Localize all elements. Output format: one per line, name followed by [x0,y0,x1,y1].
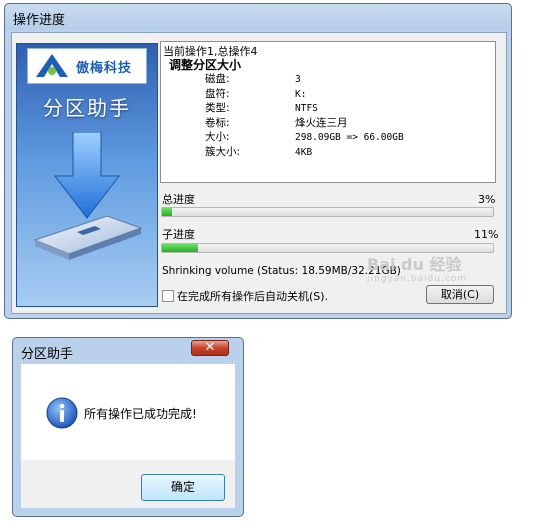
auto-shutdown-checkbox[interactable] [162,290,174,302]
total-progress-percent: 3% [478,193,496,206]
detail-row-disk: 磁盘: 3 [205,73,301,85]
total-progress-fill [162,208,172,216]
auto-shutdown-option[interactable]: 在完成所有操作后自动关机(S). [162,288,328,304]
detail-row-volume-label: 卷标: 烽火连三月 [205,116,348,129]
app-name: 分区助手 [43,96,131,120]
info-icon [46,397,78,429]
progress-dialog-titlebar[interactable]: 操作进度 [5,4,511,30]
company-logo: 傲梅科技 [27,48,147,84]
detail-row-type: 类型: NTFS [205,102,318,114]
done-message: 所有操作已成功完成! [84,407,197,421]
sub-progress-percent: 11% [474,228,499,241]
company-logo-text: 傲梅科技 [76,61,133,76]
disk-download-icon [33,132,143,260]
close-icon: ✕ [204,340,216,355]
baidu-watermark: Bai du 经验 jingyan.baidu.com [367,257,467,284]
brand-panel: 傲梅科技 分区助手 [16,43,158,307]
cancel-button[interactable]: 取消(C) [426,285,494,304]
sub-progress-bar [161,243,494,253]
progress-dialog-title: 操作进度 [13,13,66,28]
sub-progress-label: 子进度 [162,228,195,241]
status-text: Shrinking volume (Status: 18.59MB/32.21G… [162,265,401,277]
ok-button[interactable]: 确定 [141,474,225,501]
total-progress-label: 总进度 [162,193,195,206]
sub-progress-fill [162,244,199,252]
baidu-watermark-url: jingyan.baidu.com [367,274,468,284]
detail-row-cluster-size: 簇大小: 4KB [205,145,313,158]
total-progress-bar [161,207,494,217]
operation-info-panel: 当前操作1,总操作4 调整分区大小 磁盘: 3 盘符: K: 类型: NTFS 卷标:… [160,41,496,183]
detail-row-drive-letter: 盘符: K: [205,87,307,100]
close-button[interactable]: ✕ [191,340,229,356]
company-logo-icon [36,54,68,77]
baidu-watermark-text: Bai du 经验 [367,255,462,274]
auto-shutdown-label: 在完成所有操作后自动关机(S). [177,290,329,303]
done-dialog-title: 分区助手 [21,347,74,362]
detail-row-size: 大小: 298.09GB => 66.00GB [205,131,404,143]
